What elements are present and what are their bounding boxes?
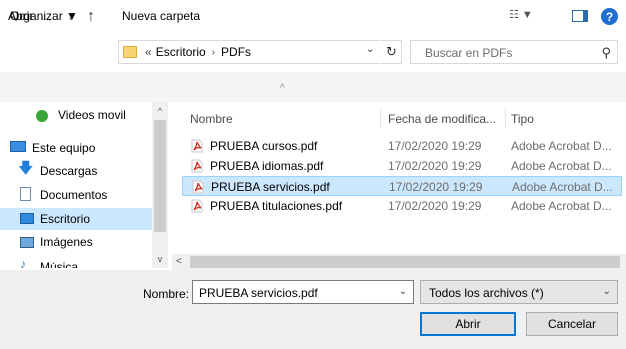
sidebar-item-label: Descargas xyxy=(40,164,98,178)
breadcrumb-escritorio[interactable]: Escritorio xyxy=(156,45,206,59)
search-input[interactable]: Buscar en PDFs ⚲ xyxy=(410,40,618,64)
file-name: PRUEBA servicios.pdf xyxy=(211,180,330,194)
cancel-button[interactable]: Cancelar xyxy=(526,312,618,336)
pictures-icon xyxy=(20,237,34,248)
file-name: PRUEBA titulaciones.pdf xyxy=(210,199,343,213)
sidebar-item-escritorio[interactable]: Escritorio xyxy=(0,208,152,230)
pdf-file-icon xyxy=(191,180,205,194)
column-divider[interactable] xyxy=(505,108,506,128)
file-type-filter-select[interactable]: Todos los archivos (*) ⌄ xyxy=(420,280,618,304)
address-dropdown-icon[interactable]: ⌄ xyxy=(366,44,374,55)
file-date: 17/02/2020 19:29 xyxy=(388,159,482,173)
change-view-button[interactable]: ☷ ▼ xyxy=(509,8,541,24)
file-type: Adobe Acrobat D... xyxy=(511,139,612,153)
filename-label: Nombre: xyxy=(143,287,190,301)
table-row[interactable]: PRUEBA idiomas.pdf 17/02/2020 19:29 Adob… xyxy=(182,156,622,176)
sidebar-item-documentos[interactable]: Documentos xyxy=(0,184,152,206)
navigation-pane[interactable]: Videos movil Este equipo 🡇 Descargas Doc… xyxy=(0,102,168,268)
address-overflow-chevron[interactable]: « xyxy=(145,45,152,59)
open-button[interactable]: Abrir xyxy=(420,312,516,336)
sidebar-item-label: Este equipo xyxy=(32,141,96,155)
scroll-up-arrow-icon[interactable]: ^ xyxy=(152,106,168,118)
file-date: 17/02/2020 19:29 xyxy=(389,180,483,194)
pdf-file-icon xyxy=(190,159,204,173)
breadcrumb-pdfs[interactable]: PDFs xyxy=(221,45,251,59)
download-arrow-icon: 🡇 xyxy=(18,160,34,177)
desktop-icon xyxy=(20,213,34,224)
pdf-file-icon xyxy=(190,139,204,153)
file-name: PRUEBA idiomas.pdf xyxy=(210,159,324,173)
sort-indicator-icon: ^ xyxy=(280,83,285,94)
sidebar-item-musica[interactable]: ♪ Música xyxy=(0,256,152,268)
search-placeholder: Buscar en PDFs xyxy=(425,46,513,60)
address-bar[interactable]: « Escritorio › PDFs xyxy=(118,40,402,64)
column-divider[interactable] xyxy=(380,108,381,128)
navigation-scroll-thumb[interactable] xyxy=(154,120,166,232)
preview-pane-icon[interactable] xyxy=(572,10,588,22)
computer-icon xyxy=(10,141,26,152)
sidebar-item-descargas[interactable]: 🡇 Descargas xyxy=(0,160,152,182)
refresh-icon[interactable]: ↻ xyxy=(380,40,402,64)
column-header-type[interactable]: Tipo xyxy=(511,112,534,126)
breadcrumb-separator-icon[interactable]: › xyxy=(212,47,215,58)
green-circle-icon xyxy=(36,110,48,122)
up-arrow-icon[interactable]: ↑ xyxy=(82,8,100,26)
document-icon xyxy=(20,187,31,201)
file-date: 17/02/2020 19:29 xyxy=(388,199,482,213)
music-icon: ♪ xyxy=(20,257,26,268)
search-icon[interactable]: ⚲ xyxy=(601,45,611,61)
file-type: Adobe Acrobat D... xyxy=(511,159,612,173)
sidebar-item-videos-movil[interactable]: Videos movil xyxy=(0,104,152,126)
pdf-file-icon xyxy=(190,199,204,213)
file-list[interactable]: Nombre Fecha de modifica... Tipo PRUEBA … xyxy=(172,102,626,254)
table-row[interactable]: PRUEBA cursos.pdf 17/02/2020 19:29 Adobe… xyxy=(182,136,622,156)
file-type: Adobe Acrobat D... xyxy=(512,180,613,194)
scroll-left-arrow-icon[interactable]: < xyxy=(176,256,182,267)
table-row[interactable]: PRUEBA titulaciones.pdf 17/02/2020 19:29… xyxy=(182,196,622,216)
horizontal-scroll-thumb[interactable] xyxy=(190,256,620,268)
sidebar-item-label: Documentos xyxy=(40,188,108,202)
filename-field[interactable]: PRUEBA servicios.pdf xyxy=(199,286,318,300)
command-bar xyxy=(0,72,626,102)
sidebar-item-imagenes[interactable]: Imágenes xyxy=(0,232,152,254)
sidebar-item-label: Música xyxy=(40,260,79,268)
organize-button[interactable]: Organizar ▼ xyxy=(10,9,78,23)
help-icon[interactable]: ? xyxy=(601,8,618,25)
sidebar-item-label: Imágenes xyxy=(40,235,93,249)
sidebar-item-label: Escritorio xyxy=(40,212,91,226)
column-header-date[interactable]: Fecha de modifica... xyxy=(388,112,496,126)
sidebar-item-label: Videos movil xyxy=(58,108,126,122)
filename-combobox[interactable]: PRUEBA servicios.pdf ⌄ xyxy=(192,280,414,304)
folder-icon xyxy=(123,46,137,58)
chevron-down-icon[interactable]: ⌄ xyxy=(399,286,407,297)
table-row-selected[interactable]: PRUEBA servicios.pdf 17/02/2020 19:29 Ad… xyxy=(182,176,622,196)
column-header-name[interactable]: Nombre xyxy=(190,112,233,126)
file-date: 17/02/2020 19:29 xyxy=(388,139,482,153)
file-type-filter-value: Todos los archivos (*) xyxy=(429,286,544,300)
chevron-down-icon[interactable]: ⌄ xyxy=(603,286,611,297)
file-name: PRUEBA cursos.pdf xyxy=(210,139,318,153)
new-folder-button[interactable]: Nueva carpeta xyxy=(122,9,200,23)
file-type: Adobe Acrobat D... xyxy=(511,199,612,213)
scroll-down-arrow-icon[interactable]: v xyxy=(152,254,168,266)
sidebar-item-este-equipo[interactable]: Este equipo xyxy=(0,137,152,159)
